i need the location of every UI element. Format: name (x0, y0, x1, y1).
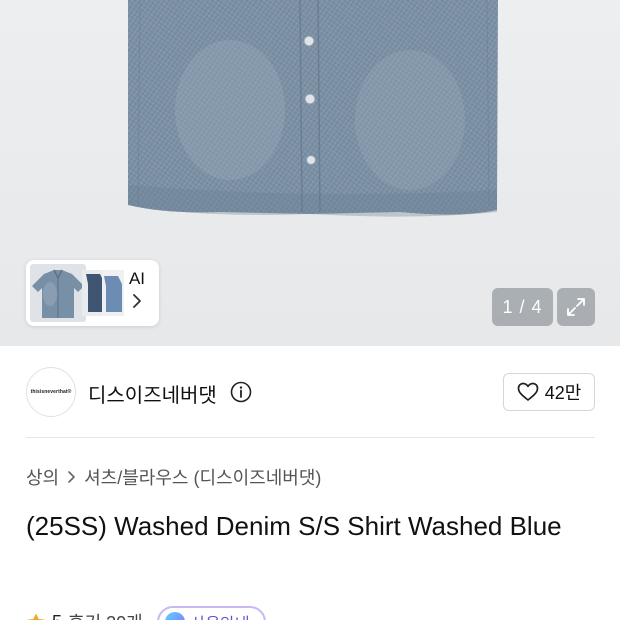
like-button[interactable]: 42만 (503, 373, 595, 411)
breadcrumb-category[interactable]: 상의 (26, 464, 59, 490)
info-icon[interactable] (230, 381, 252, 403)
thumbnail-2[interactable] (82, 270, 104, 316)
rating-score: 5 (52, 612, 62, 620)
usage-guide-label: 사용안내 (191, 610, 250, 620)
heart-icon (517, 382, 539, 401)
rating-row: 5 후기 20개 사용안내 (26, 606, 266, 620)
thumbnail-strip[interactable]: AI (26, 260, 159, 326)
shop-row: thisisneverthat® 디스이즈네버댓 42만 (26, 366, 595, 418)
star-icon (27, 613, 45, 620)
shop-logo[interactable]: thisisneverthat® (26, 367, 76, 417)
shop-logo-text: thisisneverthat® (30, 389, 72, 395)
badge-icon (164, 612, 185, 620)
shop-name[interactable]: 디스이즈네버댓 (88, 379, 217, 408)
breadcrumb-subcategory[interactable]: 셔츠/블라우스 (디스이즈네버댓) (84, 464, 321, 490)
like-count: 42만 (544, 383, 582, 403)
thumbnail-images[interactable] (30, 264, 124, 322)
product-title: (25SS) Washed Denim S/S Shirt Washed Blu… (26, 511, 562, 541)
breadcrumb: 상의 셔츠/블라우스 (디스이즈네버댓) (26, 464, 321, 490)
expand-button[interactable] (557, 288, 595, 326)
image-counter: 1 / 4 (492, 288, 553, 326)
thumbnail-1[interactable] (30, 264, 86, 322)
expand-icon (567, 298, 585, 316)
ai-label: AI (128, 269, 146, 288)
product-image-gallery[interactable]: AI 1 / 4 (0, 0, 620, 346)
ai-thumbnail-button[interactable]: AI (122, 268, 152, 308)
thumbnail-3[interactable] (102, 270, 124, 316)
chevron-right-icon (133, 294, 141, 308)
thumbnail-shirt-image (32, 269, 84, 318)
divider (26, 437, 595, 438)
usage-guide-badge[interactable]: 사용안내 (156, 606, 266, 620)
review-count[interactable]: 후기 20개 (68, 609, 143, 620)
chevron-right-icon (67, 470, 76, 484)
